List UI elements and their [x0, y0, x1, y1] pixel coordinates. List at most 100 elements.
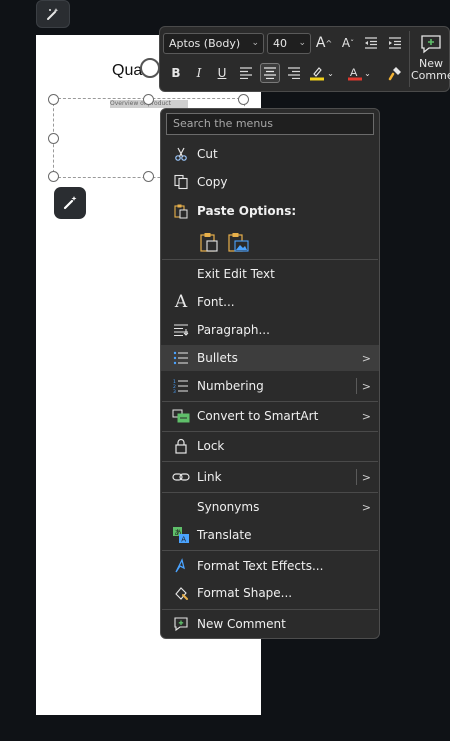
paste-keep-formatting-button[interactable] [197, 230, 221, 254]
italic-button[interactable]: I [189, 63, 209, 83]
paste-options-label: Paste Options: [197, 204, 297, 218]
menu-item-bullets[interactable]: Bullets > [161, 345, 379, 371]
menu-item-format-shape[interactable]: Format Shape... [161, 580, 379, 606]
align-left-button[interactable] [236, 63, 256, 83]
paintbrush-icon [388, 67, 401, 81]
highlighter-icon [310, 67, 325, 81]
new-comment-toolbar-button[interactable]: New Comment [411, 30, 450, 90]
menu-item-synonyms[interactable]: Synonyms > [161, 494, 379, 520]
copy-icon [171, 172, 191, 192]
font-color-icon: A [348, 67, 363, 81]
menu-item-lock[interactable]: Lock [161, 433, 379, 459]
font-size-select[interactable]: 40 ⌄ [267, 33, 311, 54]
scissors-icon [171, 144, 191, 164]
chevron-right-icon: > [361, 379, 371, 393]
magic-wand-icon [47, 8, 59, 20]
highlight-color-button[interactable]: ⌄ [308, 63, 334, 83]
align-right-icon [288, 67, 300, 79]
underline-button[interactable]: U [212, 63, 232, 83]
chevron-down-icon: ⌄ [251, 38, 259, 48]
align-right-button[interactable] [284, 63, 304, 83]
submenu-split [356, 378, 357, 394]
increase-font-size-button[interactable]: A ^ [314, 33, 334, 53]
menu-divider [162, 461, 378, 462]
paragraph-icon [171, 320, 191, 340]
decrease-indent-button[interactable] [361, 33, 381, 53]
submenu-split [356, 469, 357, 485]
paste-picture-icon [228, 233, 249, 252]
decrease-font-size-button[interactable]: Aˇ [338, 33, 358, 53]
numbering-icon: 123 [171, 376, 191, 396]
decrease-font-glyph: A [341, 36, 351, 50]
lock-icon [171, 436, 191, 456]
menu-divider [162, 259, 378, 260]
align-center-button[interactable] [260, 63, 280, 83]
font-name-select[interactable]: Aptos (Body) ⌄ [163, 33, 264, 54]
menu-item-paragraph[interactable]: Paragraph... [161, 317, 379, 343]
menu-item-format-text-effects[interactable]: Format Text Effects... [161, 553, 379, 579]
link-icon [171, 467, 191, 487]
resize-handle-top[interactable] [143, 94, 154, 105]
menu-item-label: Bullets [197, 351, 238, 365]
smartart-icon [171, 406, 191, 426]
format-painter-button[interactable] [385, 63, 405, 83]
slide-title-text: Qua [112, 62, 143, 79]
paste-as-picture-button[interactable] [226, 230, 250, 254]
font-name-value: Aptos (Body) [169, 37, 241, 50]
resize-handle-bottom-left[interactable] [48, 171, 59, 182]
font-size-value: 40 [273, 37, 287, 50]
menu-item-translate[interactable]: あA Translate [161, 522, 379, 548]
menu-item-numbering[interactable]: 123 Numbering > [161, 373, 379, 399]
designer-button[interactable] [36, 0, 70, 28]
increase-indent-button[interactable] [385, 33, 405, 53]
menu-item-label: Exit Edit Text [197, 267, 275, 281]
svg-text:A: A [350, 67, 358, 79]
menu-item-copy[interactable]: Copy [161, 169, 379, 195]
menu-divider [162, 431, 378, 432]
rotate-handle[interactable] [140, 58, 160, 78]
menu-item-label: Paragraph... [197, 323, 270, 337]
chevron-right-icon: > [361, 470, 371, 484]
menu-item-label: New Comment [197, 617, 286, 631]
translate-icon: あA [171, 525, 191, 545]
bullets-icon [171, 348, 191, 368]
menu-item-label: Font... [197, 295, 235, 309]
chevron-right-icon: > [361, 351, 371, 365]
font-color-button[interactable]: A ⌄ [346, 63, 372, 83]
resize-handle-top-right[interactable] [238, 94, 249, 105]
menu-search-input[interactable]: Search the menus [166, 113, 374, 135]
svg-text:3: 3 [173, 389, 176, 393]
format-shape-icon [171, 583, 191, 603]
menu-item-label: Numbering [197, 379, 264, 393]
comment-plus-icon [421, 35, 441, 54]
align-center-icon [264, 67, 276, 79]
bold-button[interactable]: B [166, 63, 186, 83]
menu-item-new-comment[interactable]: New Comment [161, 611, 379, 637]
menu-item-label: Copy [197, 175, 228, 189]
menu-item-convert-smartart[interactable]: Convert to SmartArt > [161, 403, 379, 429]
menu-item-font[interactable]: A Font... [161, 289, 379, 315]
menu-item-exit-edit-text[interactable]: Exit Edit Text [161, 261, 379, 287]
menu-item-link[interactable]: Link > [161, 464, 379, 490]
menu-item-label: Cut [197, 147, 218, 161]
chevron-right-icon: > [361, 500, 371, 514]
designer-float-button[interactable] [54, 187, 86, 219]
new-comment-label-2: Comment [411, 69, 450, 82]
menu-item-paste-options: Paste Options: [161, 198, 379, 224]
svg-text:A: A [181, 536, 186, 544]
chevron-down-icon: ⌄ [364, 68, 371, 78]
resize-handle-top-left[interactable] [48, 94, 59, 105]
resize-handle-bottom[interactable] [143, 171, 154, 182]
resize-handle-left[interactable] [48, 133, 59, 144]
text-effects-icon [171, 556, 191, 576]
decrease-indent-icon [365, 37, 377, 49]
menu-item-label: Lock [197, 439, 225, 453]
toolbar-divider [409, 31, 410, 87]
submenu-split [356, 350, 357, 366]
menu-item-cut[interactable]: Cut [161, 141, 379, 167]
menu-divider [162, 401, 378, 402]
menu-divider [162, 492, 378, 493]
menu-item-label: Link [197, 470, 222, 484]
menu-item-label: Format Shape... [197, 586, 293, 600]
paste-icon [171, 201, 191, 221]
